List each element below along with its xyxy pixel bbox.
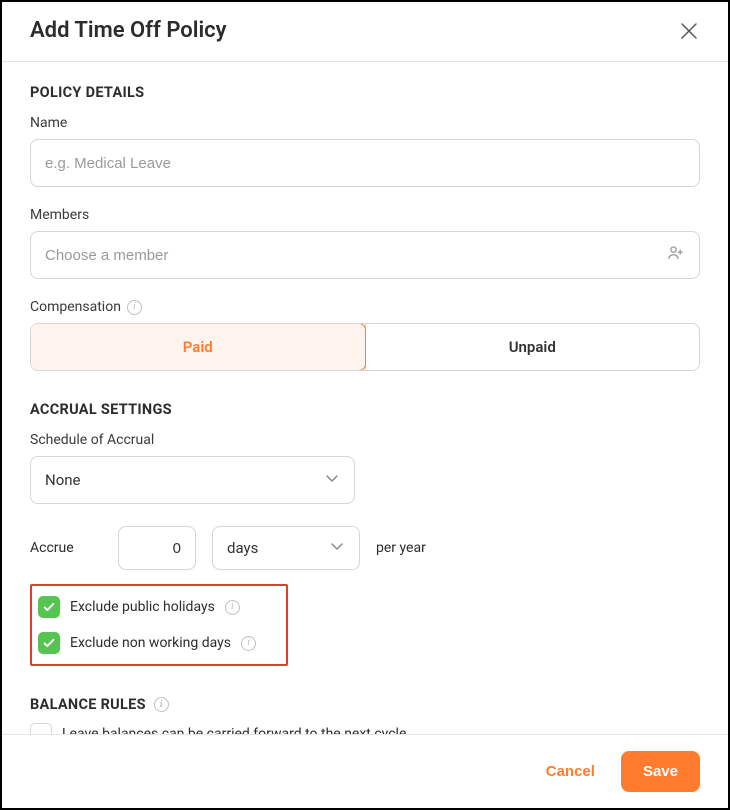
modal-content: POLICY DETAILS Name Members Compensa [2, 62, 728, 734]
exclude-non-working-days-checkbox[interactable] [38, 632, 60, 654]
accrue-label: Accrue [30, 540, 102, 556]
add-time-off-policy-modal: Add Time Off Policy POLICY DETAILS Name … [0, 0, 730, 810]
info-icon[interactable]: i [127, 300, 142, 315]
add-member-icon [666, 243, 686, 267]
compensation-option-paid[interactable]: Paid [30, 323, 366, 371]
carry-forward-row: Leave balances can be carried forward to… [30, 723, 700, 734]
chevron-down-icon [329, 538, 345, 558]
check-icon [42, 600, 56, 614]
info-icon[interactable]: i [241, 636, 256, 651]
exclude-non-working-days-label: Exclude non working days [70, 635, 231, 651]
schedule-selected-value: None [45, 471, 81, 489]
modal-footer: Cancel Save [2, 734, 728, 808]
schedule-label: Schedule of Accrual [30, 432, 700, 448]
accrue-amount-input[interactable] [118, 526, 196, 570]
compensation-option-unpaid[interactable]: Unpaid [365, 324, 700, 370]
field-members: Members [30, 207, 700, 279]
save-button[interactable]: Save [621, 751, 700, 792]
check-icon [42, 636, 56, 650]
close-button[interactable] [678, 20, 700, 42]
members-input[interactable] [30, 231, 700, 279]
members-label: Members [30, 207, 700, 223]
carry-forward-checkbox[interactable] [30, 723, 52, 734]
chevron-down-icon [324, 470, 340, 490]
cancel-button[interactable]: Cancel [530, 753, 611, 790]
carry-forward-label: Leave balances can be carried forward to… [62, 726, 406, 734]
close-icon [680, 22, 698, 40]
info-icon[interactable]: i [154, 697, 169, 712]
accrue-unit-select[interactable]: days [212, 526, 360, 570]
compensation-toggle: Paid Unpaid [30, 323, 700, 371]
exclude-public-holidays-row: Exclude public holidays i [38, 596, 276, 618]
accrue-row: Accrue days per year [30, 526, 700, 570]
accrue-unit-value: days [227, 539, 258, 557]
exclude-options-highlight: Exclude public holidays i Exclude non wo… [30, 584, 288, 666]
exclude-public-holidays-checkbox[interactable] [38, 596, 60, 618]
compensation-label: Compensation i [30, 299, 700, 315]
name-input[interactable] [30, 139, 700, 187]
section-heading-accrual-settings: ACCRUAL SETTINGS [30, 401, 700, 418]
exclude-public-holidays-label: Exclude public holidays [70, 599, 215, 615]
section-heading-balance-rules: BALANCE RULES i [30, 696, 700, 713]
exclude-non-working-days-row: Exclude non working days i [38, 632, 276, 654]
field-compensation: Compensation i Paid Unpaid [30, 299, 700, 371]
section-heading-policy-details: POLICY DETAILS [30, 84, 700, 101]
info-icon[interactable]: i [225, 600, 240, 615]
accrue-suffix: per year [376, 540, 426, 556]
modal-header: Add Time Off Policy [2, 2, 728, 62]
schedule-select[interactable]: None [30, 456, 355, 504]
modal-title: Add Time Off Policy [30, 18, 227, 43]
field-name: Name [30, 115, 700, 187]
name-label: Name [30, 115, 700, 131]
